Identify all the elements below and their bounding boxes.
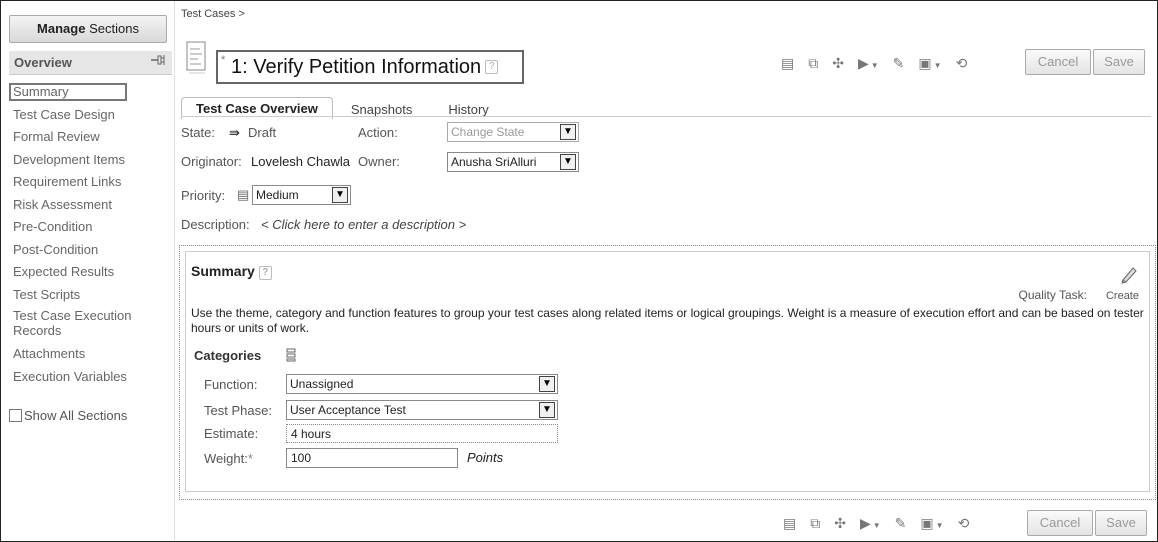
- test-phase-select[interactable]: User Acceptance Test ▼: [286, 400, 558, 420]
- copy-icon[interactable]: ▤: [783, 515, 796, 532]
- function-select-value: Unassigned: [290, 377, 354, 391]
- link-icon[interactable]: ✣: [832, 55, 844, 72]
- page-title[interactable]: 1: Verify Petition Information?: [231, 56, 499, 79]
- summary-title-text: Summary: [191, 263, 255, 279]
- function-label: Function:: [204, 377, 258, 392]
- priority-icon: ▤: [237, 187, 250, 202]
- state-label: State:: [181, 125, 215, 140]
- estimate-input[interactable]: 4 hours: [286, 424, 558, 443]
- nav-item-formal-review[interactable]: Formal Review: [9, 128, 172, 151]
- quality-task-label: Quality Task:: [1018, 288, 1087, 302]
- summary-help-icon[interactable]: ?: [258, 266, 272, 280]
- top-toolbar: ▤ ⧉ ✣ ▶ ▼ ✎ ▣ ▼ ⟲: [781, 55, 981, 72]
- owner-select[interactable]: Anusha SriAlluri ▼: [447, 152, 579, 172]
- cancel-button-bottom[interactable]: Cancel: [1027, 510, 1093, 536]
- chevron-down-icon[interactable]: ▼: [539, 402, 555, 418]
- test-phase-label: Test Phase:: [204, 403, 272, 418]
- weight-label-text: Weight:: [204, 451, 248, 466]
- summary-panel-body: Summary? Quality Task: Create Use the th…: [185, 251, 1150, 492]
- manage-bold-label: Manage: [37, 21, 86, 36]
- save-button-bottom[interactable]: Save: [1095, 510, 1147, 536]
- test-phase-select-value: User Acceptance Test: [290, 403, 406, 417]
- priority-label: Priority:: [181, 188, 226, 203]
- originator-label: Originator:: [181, 154, 242, 169]
- dirty-marker: *: [221, 54, 226, 66]
- run-icon[interactable]: ▶ ▼: [858, 55, 879, 72]
- script-icon[interactable]: ✎: [893, 55, 905, 72]
- description-placeholder[interactable]: < Click here to enter a description >: [261, 217, 466, 232]
- manage-sections-button[interactable]: Manage Sections: [9, 15, 167, 43]
- nav-item-execution-records[interactable]: Test Case Execution Records: [9, 308, 172, 345]
- edit-icon[interactable]: [1119, 264, 1139, 289]
- refresh-icon[interactable]: ⟲: [958, 515, 970, 532]
- show-all-label: Show All Sections: [24, 408, 128, 423]
- nav-item-pre-condition[interactable]: Pre-Condition: [9, 218, 172, 241]
- nav-item-execution-variables[interactable]: Execution Variables: [9, 368, 172, 391]
- summary-panel: Summary? Quality Task: Create Use the th…: [179, 245, 1156, 500]
- priority-select[interactable]: Medium ▼: [252, 185, 351, 205]
- nav-item-attachments[interactable]: Attachments: [9, 345, 172, 368]
- weight-input[interactable]: 100: [286, 448, 458, 468]
- owner-label: Owner:: [358, 154, 400, 169]
- section-nav: Summary Test Case Design Formal Review D…: [9, 83, 172, 390]
- state-value: Draft: [248, 125, 277, 140]
- save-button[interactable]: Save: [1093, 49, 1145, 75]
- nav-item-expected-results[interactable]: Expected Results: [9, 263, 172, 286]
- refresh-icon[interactable]: ⟲: [956, 55, 968, 72]
- export-icon[interactable]: ▣ ▼: [918, 55, 941, 72]
- overview-header[interactable]: Overview: [9, 51, 172, 75]
- categories-list-icon[interactable]: [286, 348, 296, 365]
- categories-label: Categories: [194, 348, 262, 363]
- weight-label: Weight:*: [204, 451, 253, 466]
- chevron-down-icon[interactable]: ▼: [560, 154, 576, 170]
- nav-item-test-scripts[interactable]: Test Scripts: [9, 286, 172, 309]
- function-select[interactable]: Unassigned ▼: [286, 374, 558, 394]
- link-icon[interactable]: ✣: [834, 515, 846, 532]
- export-icon[interactable]: ▣ ▼: [920, 515, 943, 532]
- show-all-sections[interactable]: Show All Sections: [9, 408, 127, 423]
- title-help-icon[interactable]: ?: [485, 60, 499, 74]
- state-icon: ⇛: [229, 125, 240, 140]
- summary-description: Use the theme, category and function fea…: [191, 306, 1144, 335]
- bottom-toolbar: ▤ ⧉ ✣ ▶ ▼ ✎ ▣ ▼ ⟲: [783, 515, 983, 532]
- nav-item-summary[interactable]: Summary: [9, 83, 127, 101]
- nav-item-post-condition[interactable]: Post-Condition: [9, 241, 172, 264]
- nav-item-risk-assessment[interactable]: Risk Assessment: [9, 196, 172, 219]
- action-select[interactable]: Change State ▼: [447, 122, 579, 142]
- chevron-down-icon[interactable]: ▼: [539, 376, 555, 392]
- chevron-down-icon[interactable]: ▼: [332, 187, 348, 203]
- sidebar: Manage Sections Overview Summary Test Ca…: [1, 1, 175, 540]
- nav-item-requirement-links[interactable]: Requirement Links: [9, 173, 172, 196]
- cancel-button[interactable]: Cancel: [1025, 49, 1091, 75]
- points-label: Points: [467, 450, 504, 465]
- action-select-value: Change State: [451, 125, 525, 139]
- chevron-down-icon[interactable]: ▼: [560, 124, 576, 140]
- action-label: Action:: [358, 125, 398, 140]
- owner-select-value: Anusha SriAlluri: [451, 155, 537, 169]
- originator-value: Lovelesh Chawla: [251, 154, 351, 169]
- description-label: Description:: [181, 217, 250, 232]
- test-case-icon: [186, 37, 208, 77]
- page-title-text: 1: Verify Petition Information: [231, 56, 482, 78]
- quality-task-create-link[interactable]: Create: [1106, 290, 1139, 302]
- show-all-checkbox[interactable]: [9, 409, 22, 422]
- summary-title: Summary?: [191, 263, 272, 280]
- priority-select-value: Medium: [256, 188, 299, 202]
- nav-item-test-case-design[interactable]: Test Case Design: [9, 106, 172, 129]
- manage-rest-label: Sections: [89, 21, 139, 36]
- duplicate-icon[interactable]: ⧉: [810, 515, 820, 532]
- copy-icon[interactable]: ▤: [781, 55, 794, 72]
- required-marker: *: [247, 451, 253, 466]
- breadcrumb[interactable]: Test Cases >: [181, 8, 245, 20]
- duplicate-icon[interactable]: ⧉: [808, 55, 818, 72]
- tab-divider: [181, 116, 1151, 117]
- script-icon[interactable]: ✎: [895, 515, 907, 532]
- title-box[interactable]: * 1: Verify Petition Information?: [216, 50, 524, 84]
- estimate-label: Estimate:: [204, 426, 259, 441]
- overview-label: Overview: [14, 55, 72, 70]
- pin-icon[interactable]: [150, 53, 166, 70]
- nav-item-development-items[interactable]: Development Items: [9, 151, 172, 174]
- run-icon[interactable]: ▶ ▼: [860, 515, 881, 532]
